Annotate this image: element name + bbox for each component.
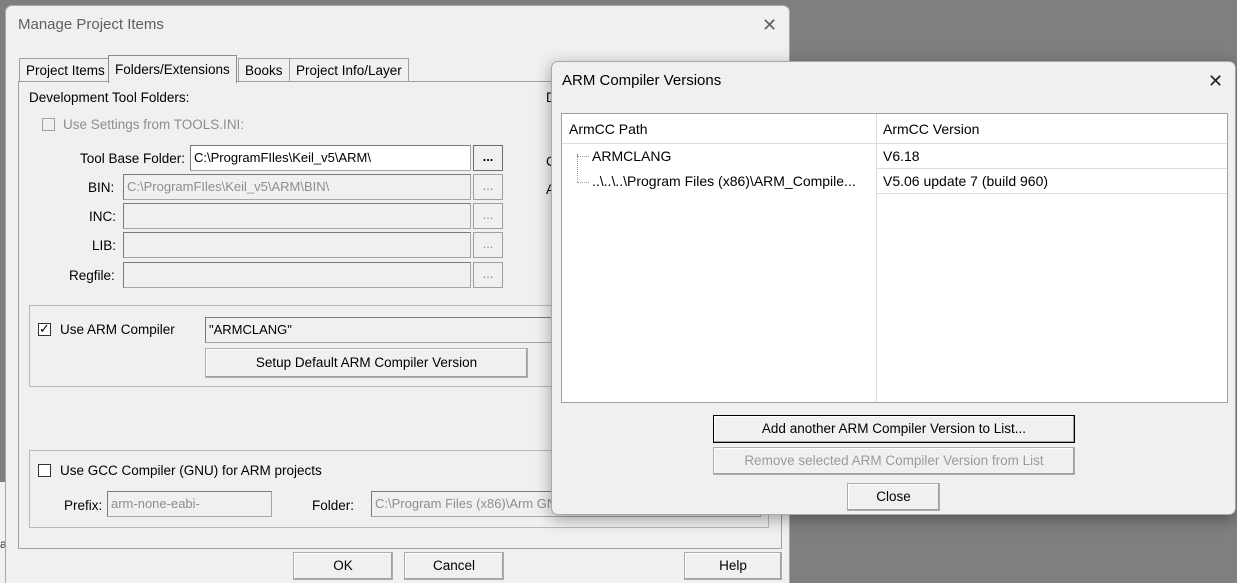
regfile-label: Regfile: — [69, 268, 115, 283]
row-version-armclang[interactable]: V6.18 — [883, 144, 920, 168]
regfile-input[interactable] — [123, 262, 471, 288]
dialog-title: Manage Project Items — [18, 16, 164, 33]
cancel-button[interactable]: Cancel — [404, 552, 504, 580]
column-header-path[interactable]: ArmCC Path — [562, 114, 876, 144]
dev-tool-folders-label: Development Tool Folders: — [29, 90, 190, 105]
column-separator — [876, 114, 877, 402]
arm-compiler-versions-dialog: ARM Compiler Versions ✕ ArmCC Path ArmCC… — [551, 61, 1236, 515]
tab-project-info-layer[interactable]: Project Info/Layer — [289, 58, 409, 82]
tab-books[interactable]: Books — [238, 58, 290, 82]
tool-base-folder-input[interactable]: C:\ProgramFIles\Keil_v5\ARM\ — [190, 145, 471, 171]
add-compiler-version-button[interactable]: Add another ARM Compiler Version to List… — [713, 415, 1075, 443]
row-divider — [876, 193, 1227, 194]
use-gcc-label: Use GCC Compiler (GNU) for ARM projects — [60, 463, 322, 478]
lib-browse-button[interactable]: ... — [473, 232, 503, 258]
lib-label: LIB: — [92, 238, 117, 253]
inc-browse-button[interactable]: ... — [473, 203, 503, 229]
row-path-armclang[interactable]: ARMCLANG — [592, 144, 671, 168]
tree-line — [577, 154, 578, 182]
tree-line — [577, 156, 589, 157]
arm-dialog-title: ARM Compiler Versions — [562, 72, 722, 89]
help-button[interactable]: Help — [684, 552, 782, 580]
tab-project-items[interactable]: Project Items — [19, 58, 112, 82]
use-arm-compiler-label: Use ARM Compiler — [60, 322, 175, 337]
prefix-input[interactable]: arm-none-eabi- — [107, 491, 272, 517]
ok-button[interactable]: OK — [293, 552, 393, 580]
close-button[interactable]: Close — [847, 483, 940, 511]
arm-compiler-select[interactable]: "ARMCLANG" — [205, 317, 565, 343]
tab-folders-extensions[interactable]: Folders/Extensions — [108, 55, 237, 83]
tool-base-folder-browse-button[interactable]: ... — [473, 145, 503, 171]
folder-label: Folder: — [312, 498, 355, 513]
remove-compiler-version-button[interactable]: Remove selected ARM Compiler Version fro… — [713, 447, 1075, 475]
regfile-browse-button[interactable]: ... — [473, 262, 503, 288]
use-gcc-checkbox[interactable] — [38, 464, 51, 477]
inc-input[interactable] — [123, 203, 471, 229]
bin-input[interactable]: C:\ProgramFIles\Keil_v5\ARM\BIN\ — [123, 174, 471, 200]
lib-input[interactable] — [123, 232, 471, 258]
use-settings-label: Use Settings from TOOLS.INI: — [63, 117, 245, 132]
prefix-label: Prefix: — [64, 498, 103, 513]
row-version-armcc[interactable]: V5.06 update 7 (build 960) — [883, 169, 1048, 193]
setup-default-arm-compiler-button[interactable]: Setup Default ARM Compiler Version — [205, 348, 528, 378]
inc-label: INC: — [89, 209, 116, 224]
column-header-version[interactable]: ArmCC Version — [876, 114, 1227, 144]
close-icon[interactable]: ✕ — [1208, 72, 1223, 90]
use-settings-checkbox[interactable] — [42, 118, 55, 131]
close-icon[interactable]: ✕ — [762, 16, 777, 34]
tool-base-folder-label: Tool Base Folder: — [80, 151, 186, 166]
bin-label: BIN: — [88, 180, 115, 195]
row-path-armcc[interactable]: ..\..\..\Program Files (x86)\ARM_Compile… — [592, 169, 856, 193]
compiler-versions-list[interactable]: ArmCC Path ArmCC Version ARMCLANG V6.18 … — [561, 113, 1228, 403]
bin-browse-button[interactable]: ... — [473, 174, 503, 200]
tree-line — [577, 182, 589, 183]
use-arm-compiler-checkbox[interactable]: ✓ — [38, 322, 51, 336]
